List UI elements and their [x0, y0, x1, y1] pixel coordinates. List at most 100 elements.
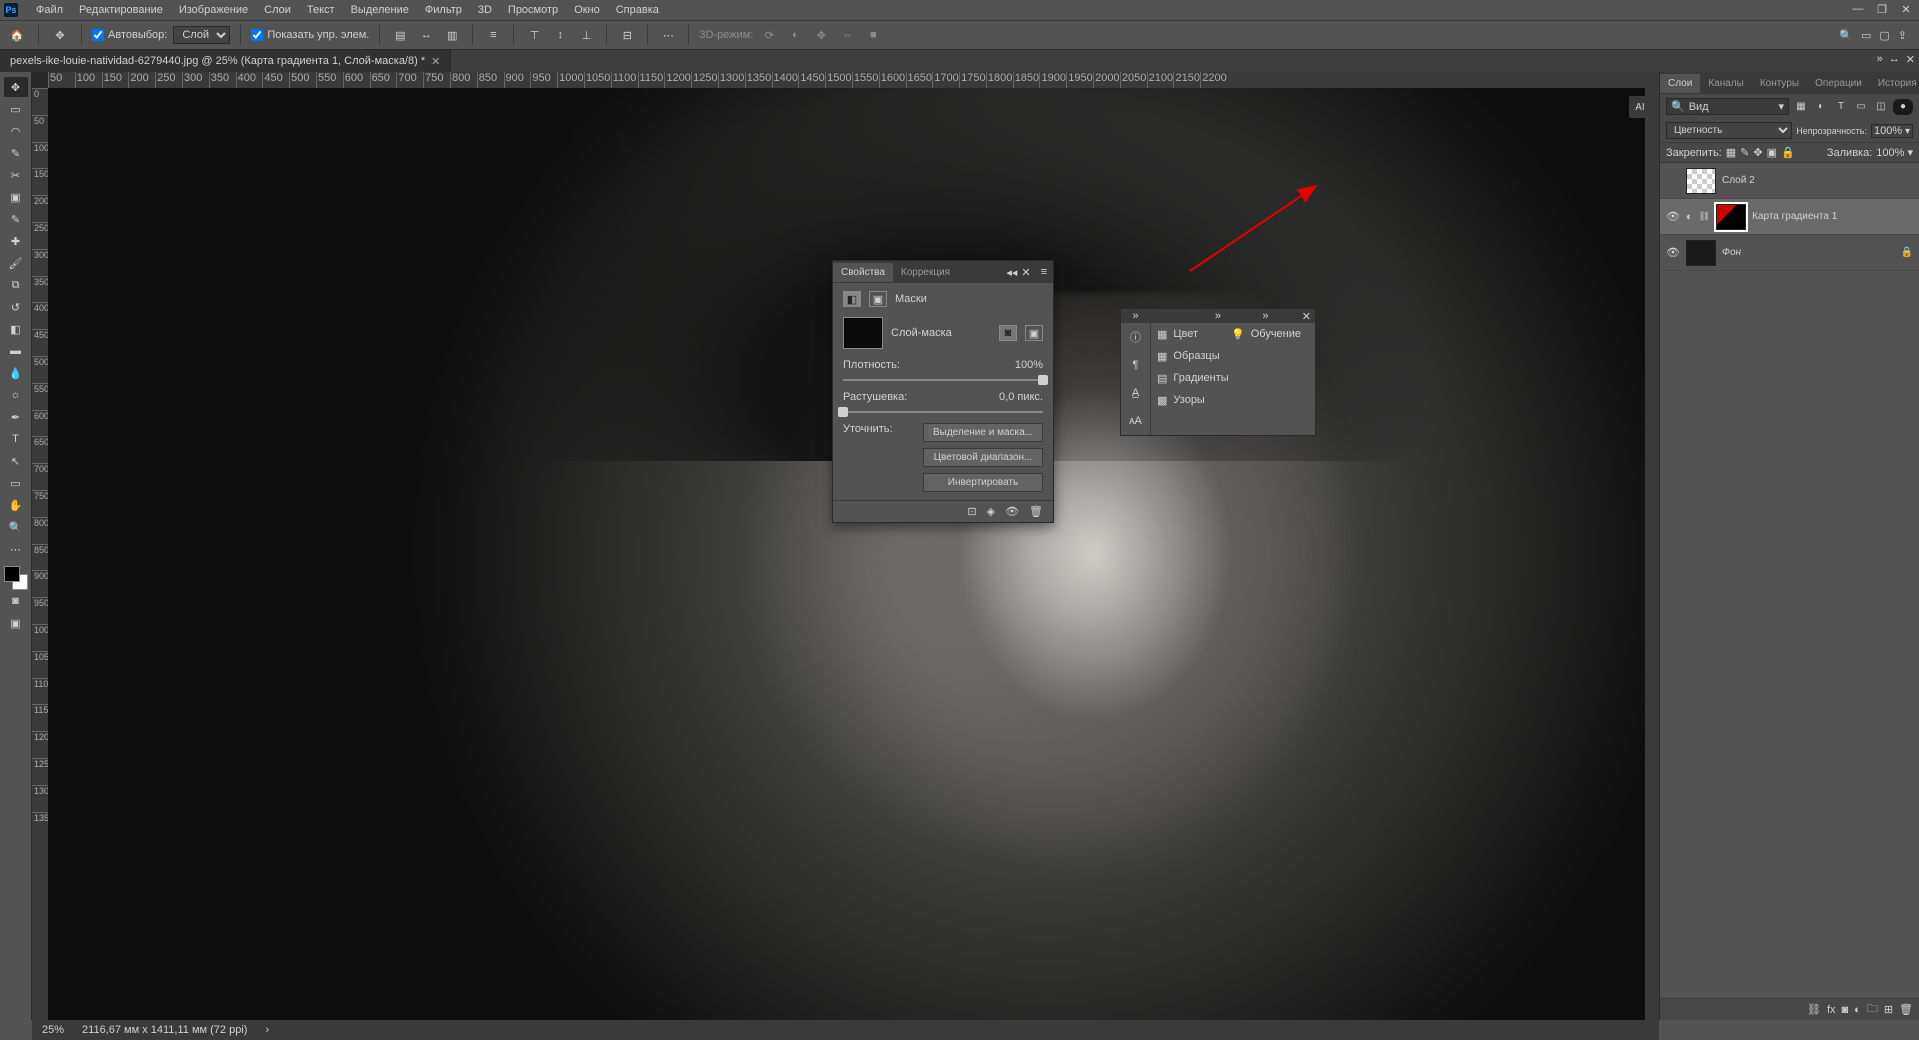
pen-tool[interactable]: ✒ [4, 407, 28, 427]
menu-edit[interactable]: Редактирование [71, 2, 171, 18]
window-close-icon[interactable]: ✕ [1899, 3, 1913, 16]
menu-select[interactable]: Выделение [343, 2, 417, 18]
document-tab[interactable]: pexels-ike-louie-natividad-6279440.jpg @… [0, 50, 451, 72]
filter-type-icon[interactable]: T [1833, 99, 1849, 115]
blend-mode-select[interactable]: Цветность [1666, 122, 1792, 139]
layer-item[interactable]: 👁 ◐ ⛓ Карта градиента 1 [1660, 199, 1919, 235]
lasso-tool[interactable]: ◠ [4, 121, 28, 141]
info-panel-icon[interactable]: ⓘ [1121, 323, 1150, 351]
layer-visibility-toggle[interactable]: 👁 [1666, 246, 1680, 259]
auto-select-checkbox[interactable]: Автовыбор: [92, 29, 167, 41]
healing-tool[interactable]: ✚ [4, 231, 28, 251]
opacity-input[interactable]: 100% ▾ [1871, 124, 1913, 138]
patterns-panel-button[interactable]: ▩Узоры [1151, 389, 1225, 411]
crop-tool[interactable]: ✂ [4, 165, 28, 185]
status-chevron-icon[interactable]: › [265, 1024, 269, 1036]
new-group-icon[interactable]: 🗀 [1867, 1000, 1878, 1019]
load-selection-icon[interactable]: ⊡ [967, 505, 976, 518]
tab-layers[interactable]: Слои [1660, 74, 1700, 93]
menu-file[interactable]: Файл [28, 2, 71, 18]
tab-history[interactable]: История [1870, 74, 1919, 93]
canvas-viewport[interactable]: AI [48, 88, 1659, 1020]
menu-filter[interactable]: Фильтр [417, 2, 470, 18]
fill-input[interactable]: 100% ▾ [1876, 146, 1913, 159]
tab-close-icon[interactable]: ✕ [431, 55, 440, 68]
path-select-tool[interactable]: ↖ [4, 451, 28, 471]
quick-mask-tool[interactable]: ◙ [4, 591, 28, 611]
new-layer-icon[interactable]: ⊞ [1884, 1003, 1893, 1016]
window-minimize-icon[interactable]: — [1851, 3, 1865, 16]
search-icon[interactable]: 🔍 [1839, 29, 1853, 42]
panel-close-icon[interactable]: ✕ [1021, 266, 1030, 279]
panel-menu-icon[interactable]: ≡ [1035, 266, 1053, 278]
edit-toolbar[interactable]: ⋯ [4, 539, 28, 559]
history-brush-tool[interactable]: ↺ [4, 297, 28, 317]
color-panel-button[interactable]: ▦Цвет [1151, 323, 1225, 345]
strip-collapse-icon[interactable]: » [1262, 310, 1268, 322]
lock-brush-icon[interactable]: ✎ [1740, 146, 1749, 159]
auto-select-target[interactable]: Слой [173, 26, 230, 44]
disable-mask-icon[interactable]: 👁 [1005, 505, 1019, 518]
feather-slider[interactable]: Растушевка:0,0 пикс. [843, 391, 1043, 413]
scrollbar-vertical[interactable] [1645, 88, 1659, 1020]
brush-tool[interactable]: 🖌 [4, 253, 28, 273]
lock-artboard-icon[interactable]: ▣ [1767, 146, 1777, 159]
tab-expand-icon[interactable]: ↔ [1889, 53, 1900, 66]
eraser-tool[interactable]: ◧ [4, 319, 28, 339]
lock-position-icon[interactable]: ✥ [1753, 146, 1762, 159]
screen-mode-tool[interactable]: ▣ [4, 613, 28, 633]
apply-mask-icon[interactable]: ◈ [987, 505, 995, 518]
vector-mask-mode[interactable]: ▣ [869, 291, 887, 307]
add-vector-mask-icon[interactable]: ▣ [1025, 325, 1043, 341]
frame-tool[interactable]: ▣ [4, 187, 28, 207]
menu-help[interactable]: Справка [608, 2, 667, 18]
home-button[interactable]: 🏠 [6, 24, 28, 46]
strip-collapse-icon[interactable]: » [1215, 310, 1221, 322]
zoom-level[interactable]: 25% [42, 1024, 64, 1036]
align-center-h-icon[interactable]: ↔ [416, 26, 436, 44]
filter-smart-icon[interactable]: ◫ [1873, 99, 1889, 115]
tab-overflow-icon[interactable]: » [1877, 53, 1883, 66]
strip-collapse-icon[interactable]: » [1132, 310, 1138, 322]
layer-thumbnail[interactable] [1686, 168, 1716, 194]
eyedropper-tool[interactable]: ✎ [4, 209, 28, 229]
align-center-v-icon[interactable]: ↕ [550, 26, 570, 44]
frame-icon[interactable]: ▢ [1879, 29, 1889, 42]
gradient-tool[interactable]: ▬ [4, 341, 28, 361]
distribute-icon[interactable]: ≡ [483, 26, 503, 44]
swatches-panel-button[interactable]: ▦Образцы [1151, 345, 1225, 367]
menu-text[interactable]: Текст [299, 2, 343, 18]
tab-paths[interactable]: Контуры [1752, 74, 1807, 93]
gradients-panel-button[interactable]: ▤Градиенты [1151, 367, 1225, 389]
align-bottom-icon[interactable]: ⊥ [576, 26, 596, 44]
layer-lock-icon[interactable]: 🔒 [1901, 247, 1913, 258]
hand-tool[interactable]: ✋ [4, 495, 28, 515]
distribute-v-icon[interactable]: ⊟ [617, 26, 637, 44]
show-transform-checkbox[interactable]: Показать упр. элем. [251, 29, 369, 41]
filter-image-icon[interactable]: ▦ [1793, 99, 1809, 115]
filter-adjust-icon[interactable]: ◐ [1813, 99, 1829, 115]
document-info[interactable]: 2116,67 мм x 1411,11 мм (72 ppi) [82, 1024, 247, 1036]
add-mask-icon[interactable]: ◙ [1842, 1004, 1849, 1016]
tab-actions[interactable]: Операции [1807, 74, 1870, 93]
strip-close-icon[interactable]: ✕ [1302, 310, 1311, 323]
panel-collapse-icon[interactable]: ◂◂ [1006, 266, 1017, 279]
align-left-icon[interactable]: ▤ [390, 26, 410, 44]
lock-transparency-icon[interactable]: ▦ [1726, 146, 1736, 159]
menu-image[interactable]: Изображение [171, 2, 256, 18]
layer-adjustment-icon[interactable]: ◐ [1686, 211, 1693, 223]
pixel-mask-mode[interactable]: ◧ [843, 291, 861, 307]
paragraph-panel-icon[interactable]: ¶ [1121, 351, 1150, 379]
color-range-button[interactable]: Цветовой диапазон... [923, 448, 1043, 467]
tab-channels[interactable]: Каналы [1700, 74, 1752, 93]
menu-layers[interactable]: Слои [256, 2, 299, 18]
zoom-tool[interactable]: 🔍 [4, 517, 28, 537]
share-icon[interactable]: ⇪ [1898, 29, 1907, 42]
more-align-icon[interactable]: ⋯ [658, 26, 678, 44]
filter-toggle-icon[interactable]: ● [1893, 99, 1913, 115]
layer-thumbnail[interactable] [1686, 240, 1716, 266]
invert-button[interactable]: Инвертировать [923, 473, 1043, 492]
dodge-tool[interactable]: ☼ [4, 385, 28, 405]
layer-item[interactable]: 👁 Фон 🔒 [1660, 235, 1919, 271]
shape-tool[interactable]: ▭ [4, 473, 28, 493]
